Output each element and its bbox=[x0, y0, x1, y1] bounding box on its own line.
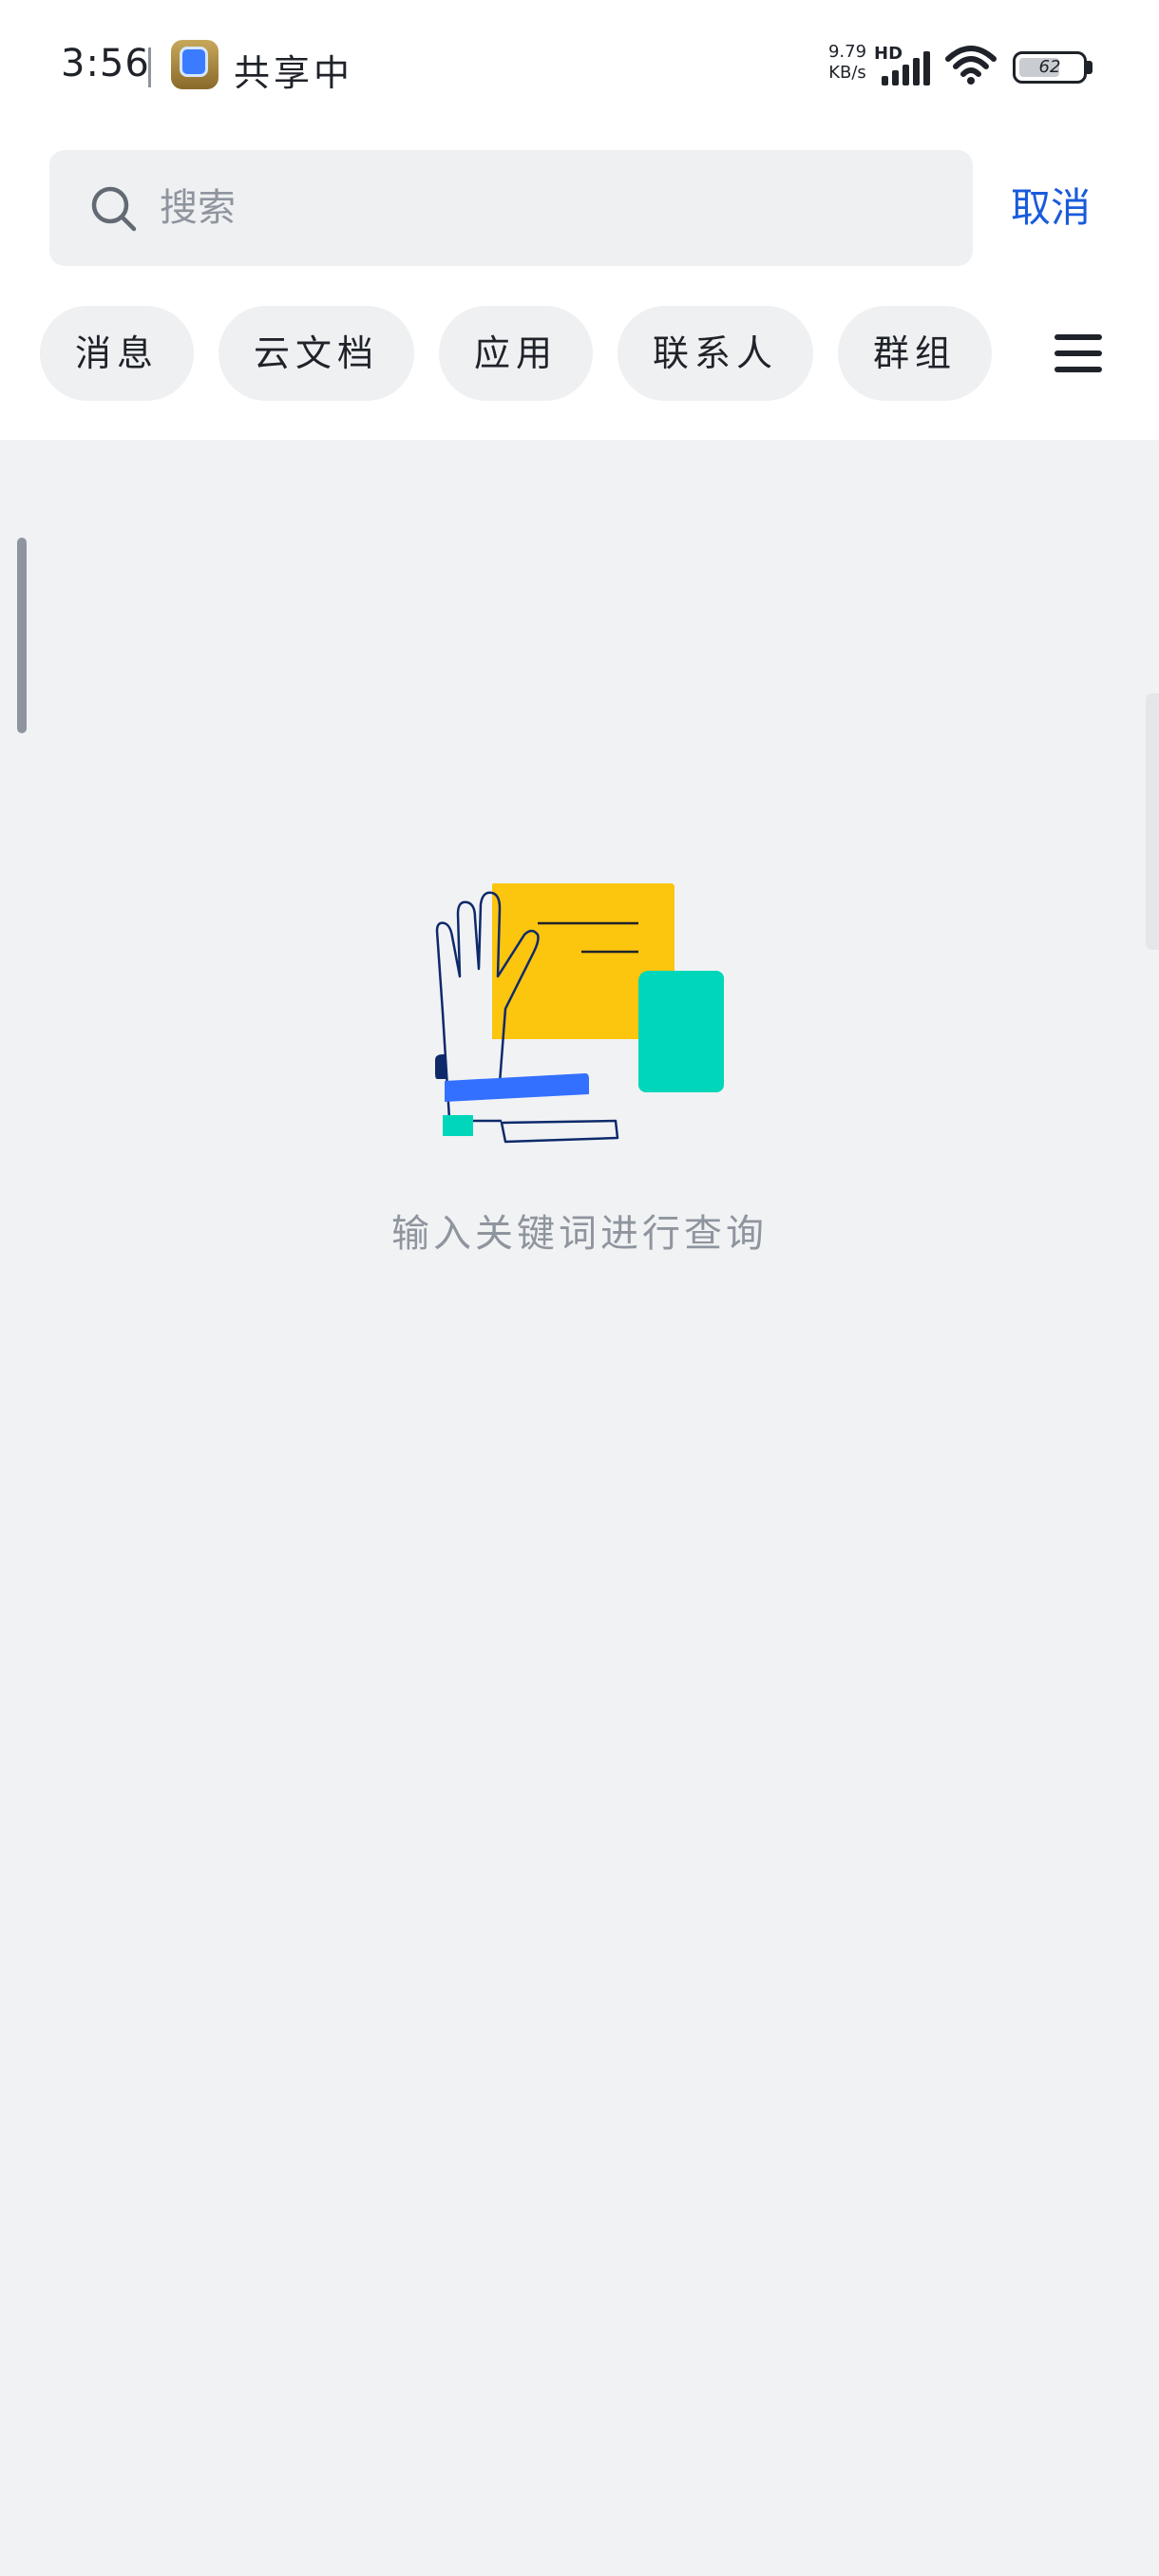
filter-chip-contacts[interactable]: 联系人 bbox=[618, 306, 813, 401]
chip-scroll-fade bbox=[1009, 306, 1028, 401]
app-icon bbox=[171, 40, 218, 89]
filter-chip-apps[interactable]: 应用 bbox=[439, 306, 593, 401]
status-bar: 3:56 共享中 9.79 KB/s HD 62 bbox=[0, 0, 1159, 133]
battery-percent: 62 bbox=[1038, 57, 1061, 77]
filter-chip-groups[interactable]: 群组 bbox=[838, 306, 992, 401]
wifi-icon bbox=[945, 46, 997, 85]
menu-icon[interactable] bbox=[1049, 325, 1110, 382]
signal-icon bbox=[882, 51, 930, 85]
search-input[interactable] bbox=[160, 169, 939, 247]
filter-chip-messages[interactable]: 消息 bbox=[40, 306, 194, 401]
empty-search-illustration bbox=[435, 883, 724, 1144]
status-divider bbox=[148, 47, 151, 87]
network-speed-value: 9.79 bbox=[827, 42, 867, 62]
sharing-status: 共享中 bbox=[234, 52, 354, 94]
edge-handle[interactable] bbox=[1146, 693, 1159, 950]
status-time: 3:56 bbox=[61, 42, 150, 85]
scrollbar[interactable] bbox=[17, 538, 27, 733]
signal-indicator: HD bbox=[874, 44, 933, 85]
empty-state-message: 输入关键词进行查询 bbox=[391, 1212, 768, 1256]
cancel-button[interactable]: 取消 bbox=[1011, 177, 1091, 239]
filter-chip-cloud-docs[interactable]: 云文档 bbox=[218, 306, 414, 401]
battery-icon: 62 bbox=[1013, 51, 1087, 84]
network-speed-unit: KB/s bbox=[828, 63, 866, 83]
search-icon bbox=[91, 186, 137, 232]
search-bar[interactable] bbox=[49, 150, 973, 266]
network-speed: 9.79 KB/s bbox=[821, 42, 874, 84]
battery-tip bbox=[1087, 61, 1092, 74]
